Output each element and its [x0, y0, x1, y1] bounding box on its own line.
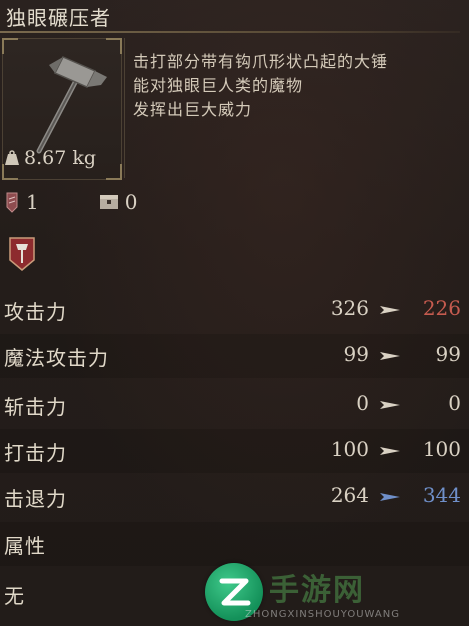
title-divider: [0, 31, 460, 33]
stat-label: 攻击力: [4, 300, 67, 324]
stat-new-value: 0: [448, 391, 461, 415]
attribute-header-row: 属性: [0, 522, 469, 566]
weapon-type-crest-icon: [9, 237, 35, 271]
arrow-right-icon: [380, 352, 400, 360]
watermark-subtext: ZHONGXINSHOUYOUWANG: [245, 609, 400, 620]
description-panel: 击打部分带有钩爪形状凸起的大锤 能对独眼巨人类的魔物 发挥出巨大威力: [124, 38, 469, 178]
stat-row-attack: 攻击力 326 226: [0, 288, 469, 332]
frame-corner: [106, 164, 122, 180]
requirement-icons: 1 0: [4, 190, 137, 214]
hammer-icon: [36, 56, 107, 154]
stat-base-value: 0: [356, 391, 369, 415]
chest-icon: [99, 195, 118, 209]
arrow-right-icon: [380, 401, 400, 409]
description-line: 击打部分带有钩爪形状凸起的大锤: [133, 52, 389, 71]
stat-base-value: 326: [330, 296, 369, 320]
watermark: 手游网 ZHONGXINSHOUYOUWANG: [205, 563, 469, 626]
chest-count: 0: [99, 190, 138, 214]
arrow-right-icon: [380, 493, 400, 501]
stat-label: 魔法攻击力: [4, 346, 109, 370]
description-line: 发挥出巨大威力: [133, 100, 253, 119]
weight-display: 8.67 kg: [4, 147, 96, 169]
arrow-right-icon: [380, 447, 400, 455]
item-title: 独眼碾压者: [6, 6, 111, 30]
stat-row-strike: 打击力 100 100: [0, 429, 469, 473]
stat-base-value: 99: [343, 342, 369, 366]
stat-new-value: 99: [435, 342, 461, 366]
weight-value: 8.67 kg: [24, 147, 97, 169]
stat-row-slash: 斩击力 0 0: [0, 383, 469, 427]
stat-label: 击退力: [4, 487, 67, 511]
arrow-right-icon: [380, 306, 400, 314]
upgrade-count: 1: [4, 190, 39, 214]
stat-label: 斩击力: [4, 395, 67, 419]
stat-new-value: 344: [422, 483, 461, 507]
stat-label: 打击力: [4, 441, 67, 465]
attribute-label: 属性: [4, 534, 46, 558]
attribute-value: 无: [4, 584, 25, 608]
stat-new-value: 100: [422, 437, 461, 461]
description-line: 能对独眼巨人类的魔物: [133, 76, 304, 95]
stat-row-magic-attack: 魔法攻击力 99 99: [0, 334, 469, 378]
upgrade-count-value: 1: [26, 190, 39, 214]
stat-base-value: 264: [330, 483, 369, 507]
watermark-text: 手游网: [269, 573, 365, 608]
stat-row-knockback: 击退力 264 344: [0, 475, 469, 519]
chest-count-value: 0: [124, 190, 138, 214]
stat-new-value: 226: [422, 296, 461, 320]
weight-icon: [5, 150, 19, 165]
frame-corner: [2, 38, 18, 54]
shield-scale-icon: [6, 192, 18, 213]
stat-base-value: 100: [330, 437, 369, 461]
